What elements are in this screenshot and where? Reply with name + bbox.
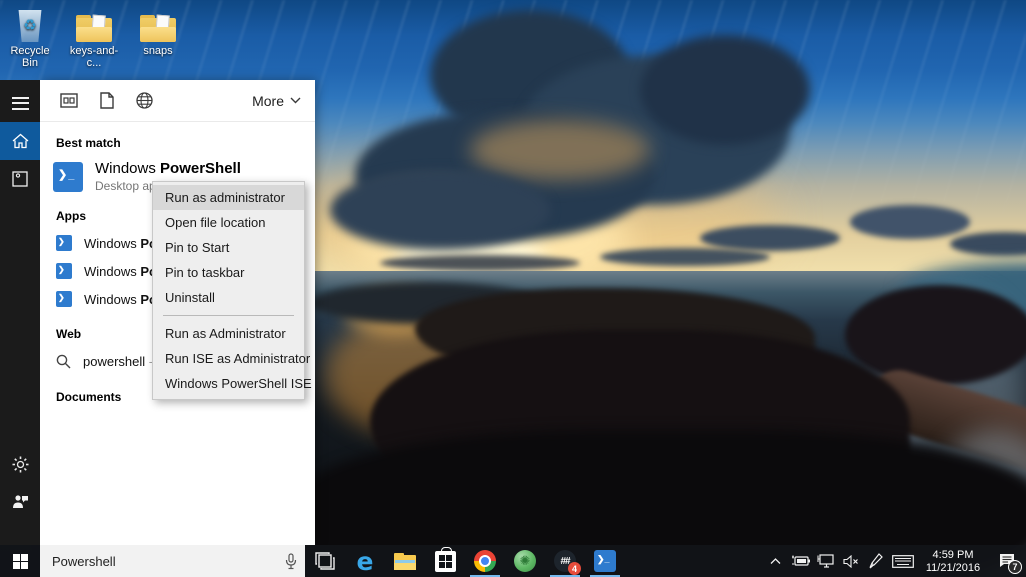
- ethernet-network-icon: [817, 554, 834, 568]
- more-dropdown[interactable]: More: [252, 93, 301, 109]
- documents-filter-icon[interactable]: [100, 92, 114, 109]
- chrome-button[interactable]: [465, 545, 505, 577]
- menu-separator: [163, 315, 294, 316]
- search-input-value: Powershell: [52, 554, 116, 569]
- powershell-icon: [53, 162, 83, 192]
- action-center-badge: 7: [1008, 560, 1022, 574]
- rail-notebook-button[interactable]: [0, 160, 40, 198]
- taskbar-search-box[interactable]: Powershell: [40, 545, 305, 577]
- taskbar: Powershell e ✺ ##4: [0, 545, 1026, 577]
- context-menu: Run as administrator Open file location …: [152, 181, 305, 400]
- windows-logo-icon: [13, 554, 28, 569]
- desktop-icon-grid: ♻ Recycle Bin keys-and-c... snaps: [2, 4, 186, 69]
- store-button[interactable]: [425, 545, 465, 577]
- feedback-person-icon: [12, 493, 29, 509]
- file-explorer-icon: [394, 553, 416, 570]
- edge-icon: e: [357, 549, 374, 574]
- gear-icon: [12, 456, 29, 473]
- windows-desktop: ♻ Recycle Bin keys-and-c... snaps: [0, 0, 1026, 577]
- apps-filter-icon[interactable]: [60, 93, 78, 108]
- start-button[interactable]: [0, 545, 40, 577]
- menu-item-pin-to-taskbar[interactable]: Pin to taskbar: [153, 260, 304, 285]
- search-filter-bar: More: [40, 80, 315, 122]
- badged-app-button[interactable]: ##4: [545, 545, 585, 577]
- best-match-header: Best match: [40, 122, 315, 156]
- battery-charging-icon: [791, 555, 810, 567]
- powershell-icon: [56, 235, 72, 251]
- system-tray: 4:59 PM 11/21/2016 7: [763, 545, 1026, 577]
- folder-icon: [76, 15, 112, 42]
- desktop-icon-snaps-folder[interactable]: snaps: [130, 4, 186, 69]
- powershell-icon: [594, 550, 616, 572]
- menu-item-run-as-administrator[interactable]: Run as administrator: [153, 185, 304, 210]
- chrome-icon: [474, 550, 496, 572]
- home-icon: [12, 133, 29, 149]
- desktop-icon-label: snaps: [130, 45, 186, 57]
- task-view-icon: [315, 552, 335, 570]
- hamburger-menu-button[interactable]: [0, 84, 40, 122]
- menu-item-pin-to-start[interactable]: Pin to Start: [153, 235, 304, 260]
- keyboard-icon: [892, 555, 914, 568]
- store-icon: [435, 551, 456, 572]
- powershell-icon: [56, 291, 72, 307]
- menu-item-uninstall[interactable]: Uninstall: [153, 285, 304, 310]
- web-filter-icon[interactable]: [136, 92, 153, 109]
- tray-expand-button[interactable]: [763, 545, 788, 577]
- search-flyout-rail: [0, 80, 40, 545]
- recycle-bin-icon: ♻: [17, 10, 43, 42]
- volume-status[interactable]: [838, 545, 863, 577]
- speaker-muted-icon: [843, 555, 859, 568]
- badged-app-icon: ##4: [554, 550, 576, 572]
- desktop-icon-keys-folder[interactable]: keys-and-c...: [66, 4, 122, 69]
- desktop-icon-label: keys-and-c...: [66, 45, 122, 69]
- battery-status[interactable]: [788, 545, 813, 577]
- file-explorer-button[interactable]: [385, 545, 425, 577]
- menu-item-open-file-location[interactable]: Open file location: [153, 210, 304, 235]
- taskbar-clock[interactable]: 4:59 PM 11/21/2016: [918, 548, 988, 575]
- result-title: Windows PowerShell: [95, 160, 241, 177]
- more-label: More: [252, 93, 284, 109]
- green-app-button[interactable]: ✺: [505, 545, 545, 577]
- task-view-button[interactable]: [305, 545, 345, 577]
- taskbar-app-icons: e ✺ ##4: [305, 545, 625, 577]
- rail-feedback-button[interactable]: [0, 482, 40, 520]
- windows-ink-button[interactable]: [863, 545, 888, 577]
- menu-item-run-as-administrator-2[interactable]: Run as Administrator: [153, 321, 304, 346]
- folder-icon: [140, 15, 176, 42]
- network-status[interactable]: [813, 545, 838, 577]
- pen-icon: [868, 553, 883, 569]
- desktop-icon-recycle-bin[interactable]: ♻ Recycle Bin: [2, 4, 58, 69]
- hamburger-icon: [12, 97, 29, 110]
- notebook-icon: [12, 171, 28, 187]
- green-app-icon: ✺: [514, 550, 536, 572]
- powershell-icon: [56, 263, 72, 279]
- menu-item-run-ise-as-administrator[interactable]: Run ISE as Administrator: [153, 346, 304, 371]
- chevron-down-icon: [290, 97, 301, 104]
- search-icon: [56, 354, 71, 369]
- desktop-icon-label: Recycle Bin: [2, 45, 58, 69]
- touch-keyboard-button[interactable]: [888, 545, 918, 577]
- menu-item-windows-powershell-ise[interactable]: Windows PowerShell ISE: [153, 371, 304, 396]
- microphone-icon[interactable]: [285, 553, 297, 570]
- clock-date: 11/21/2016: [918, 562, 988, 575]
- powershell-taskbar-button[interactable]: [585, 545, 625, 577]
- rail-home-button[interactable]: [0, 122, 40, 160]
- action-center-button[interactable]: 7: [988, 545, 1026, 577]
- edge-button[interactable]: e: [345, 545, 385, 577]
- clock-time: 4:59 PM: [918, 549, 988, 562]
- rail-settings-button[interactable]: [0, 445, 40, 483]
- notification-badge: 4: [568, 562, 581, 575]
- chevron-up-icon: [770, 558, 781, 565]
